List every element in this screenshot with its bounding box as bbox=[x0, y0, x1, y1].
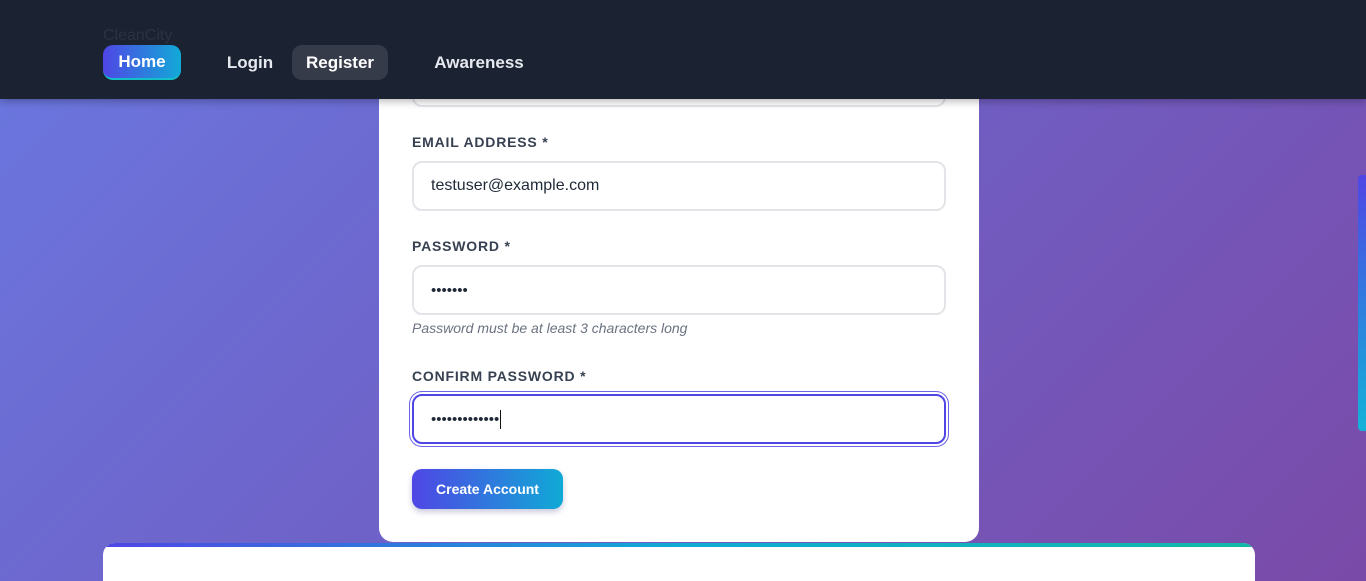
nav-awareness-link[interactable]: Awareness bbox=[420, 45, 538, 80]
section-accent-bar bbox=[103, 543, 1255, 547]
scrollbar-thumb[interactable] bbox=[1358, 175, 1366, 431]
password-value: ••••••• bbox=[431, 281, 468, 299]
confirm-password-field[interactable]: ••••••••••••• bbox=[412, 394, 946, 444]
password-field[interactable]: ••••••• bbox=[412, 265, 946, 315]
email-field[interactable]: testuser@example.com bbox=[412, 161, 946, 211]
nav-register-link[interactable]: Register bbox=[292, 45, 388, 80]
next-section-card bbox=[103, 543, 1255, 581]
text-caret bbox=[500, 409, 502, 429]
top-navbar: CleanCity Home Login Register Awareness bbox=[0, 0, 1366, 99]
email-label: EMAIL ADDRESS * bbox=[412, 134, 549, 150]
register-form-card: EMAIL ADDRESS * testuser@example.com PAS… bbox=[379, 60, 979, 542]
confirm-password-value: ••••••••••••• bbox=[431, 410, 500, 428]
password-label: PASSWORD * bbox=[412, 238, 511, 254]
create-account-button[interactable]: Create Account bbox=[412, 469, 563, 509]
email-value: testuser@example.com bbox=[431, 177, 600, 194]
confirm-password-label: CONFIRM PASSWORD * bbox=[412, 368, 587, 384]
brand-logo-text[interactable]: CleanCity bbox=[103, 27, 172, 45]
nav-home-link[interactable]: Home bbox=[103, 45, 181, 80]
nav-login-link[interactable]: Login bbox=[214, 45, 286, 80]
password-hint: Password must be at least 3 characters l… bbox=[412, 320, 688, 336]
